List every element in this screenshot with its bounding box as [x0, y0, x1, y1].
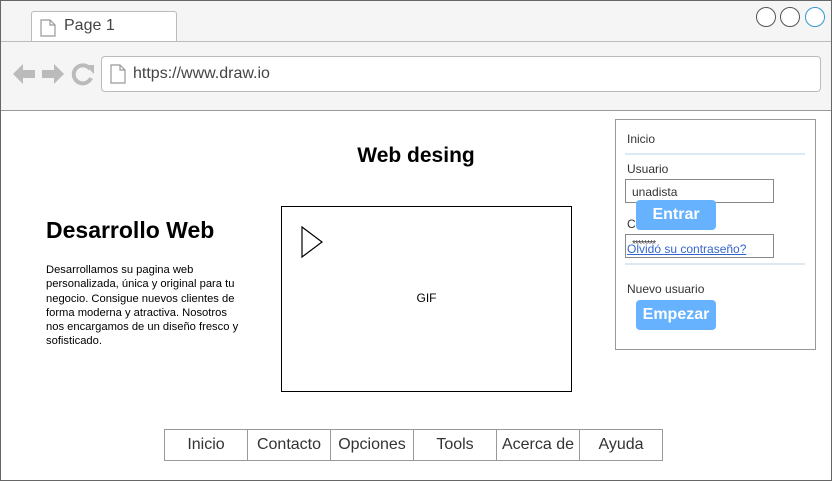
tab-title: Page 1 [64, 17, 115, 34]
menu-item-ayuda[interactable]: Ayuda [580, 430, 662, 460]
new-user-label: Nuevo usuario [627, 282, 705, 296]
menu-item-contacto[interactable]: Contacto [248, 430, 331, 460]
menu-item-opciones[interactable]: Opciones [331, 430, 414, 460]
page-icon [110, 64, 126, 84]
reload-icon[interactable] [71, 62, 95, 86]
forgot-password-link[interactable]: Olvidó su contraseño? [627, 242, 746, 256]
browser-chrome: Page 1 https://www.draw.io [1, 1, 831, 111]
browser-window: Page 1 https://www.draw.io Web desing De… [0, 0, 832, 481]
username-label: Usuario [627, 162, 669, 176]
page-title: Web desing [357, 144, 475, 167]
signup-button[interactable]: Empezar [636, 300, 716, 330]
url-text: https://www.draw.io [133, 65, 270, 82]
hero-title: Desarrollo Web [46, 217, 215, 243]
page-icon [40, 19, 56, 37]
login-heading: Inicio [627, 132, 656, 146]
back-arrow-icon[interactable] [12, 62, 36, 86]
hero-description: Desarrollamos su pagina web personalizad… [46, 264, 239, 348]
play-icon[interactable] [301, 226, 323, 258]
browser-tab[interactable]: Page 1 [31, 11, 177, 42]
divider [625, 153, 805, 155]
menu-item-acerca-de[interactable]: Acerca de [497, 430, 580, 460]
maximize-button[interactable] [780, 7, 800, 27]
menu-item-inicio[interactable]: Inicio [165, 430, 248, 460]
minimize-button[interactable] [756, 7, 776, 27]
media-label: GIF [416, 291, 437, 305]
password-label: C [627, 217, 636, 231]
close-button[interactable] [805, 7, 825, 27]
login-button[interactable]: Entrar [636, 200, 716, 230]
menu-item-tools[interactable]: Tools [414, 430, 497, 460]
footer-menu: Inicio Contacto Opciones Tools Acerca de… [164, 429, 663, 461]
address-bar[interactable]: https://www.draw.io [101, 56, 821, 92]
login-panel: Inicio Usuario unadista C ******** Olvid… [615, 119, 816, 350]
divider [625, 263, 805, 265]
forward-arrow-icon[interactable] [41, 62, 65, 86]
media-player[interactable]: GIF [281, 206, 572, 392]
tab-strip-divider [1, 41, 831, 42]
